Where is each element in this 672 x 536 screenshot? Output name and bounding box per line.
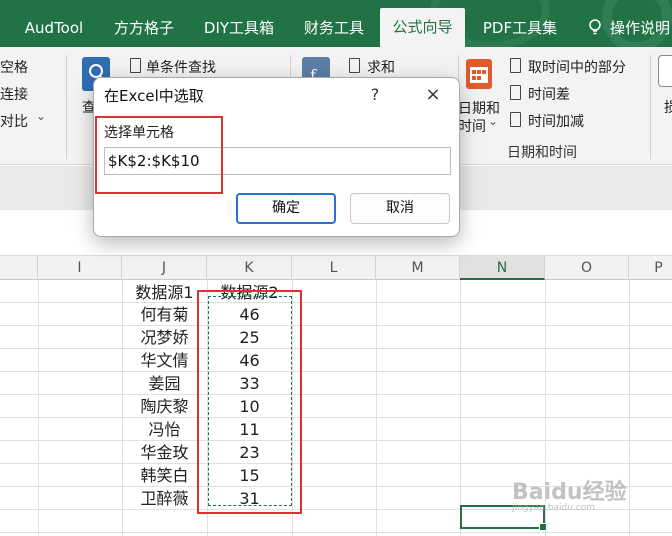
grid-line: [0, 463, 672, 464]
column-header-j[interactable]: J: [122, 256, 207, 280]
group-separator: [66, 55, 67, 159]
tab-finance-tools[interactable]: 财务工具: [294, 10, 374, 47]
grid-line: [0, 371, 672, 372]
watermark-subtext: jingyan.baidu.com: [512, 503, 596, 513]
grid-line: [0, 325, 672, 326]
ribbon-group-label: 日期和时间: [507, 145, 577, 161]
tab-tell-me[interactable]: 操作说明: [588, 10, 672, 47]
grid-line: [0, 532, 672, 533]
cell-name[interactable]: 冯怡: [122, 418, 207, 441]
tab-formula-wizard[interactable]: 公式向导: [380, 8, 465, 47]
ribbon-single-lookup[interactable]: 单条件查找: [146, 57, 216, 77]
cell-name[interactable]: 陶庆黎: [122, 395, 207, 418]
cell-name[interactable]: 姜园: [122, 372, 207, 395]
highlight-box-input: [95, 116, 223, 194]
tab-diy-toolbox[interactable]: DIY工具箱: [194, 10, 284, 47]
cell-name[interactable]: 卫醉薇: [122, 487, 207, 510]
watermark-text: Baidu经验: [512, 480, 627, 505]
grid-line: [629, 280, 630, 536]
ribbon-tab-bar: AudTool 方方格子 DIY工具箱 财务工具 公式向导 PDF工具集 操作说…: [0, 0, 672, 47]
column-header-m[interactable]: M: [376, 256, 460, 280]
ribbon-sum[interactable]: 求和: [367, 57, 395, 77]
tab-audtool[interactable]: AudTool: [14, 10, 94, 47]
dialog-title: 在Excel中选取: [104, 87, 204, 105]
document-icon: [510, 112, 521, 127]
column-header-prev[interactable]: [0, 256, 38, 280]
ribbon-time-add[interactable]: 时间加减: [528, 111, 584, 131]
cell-name[interactable]: 况梦娇: [122, 326, 207, 349]
ribbon-time-diff[interactable]: 时间差: [528, 84, 570, 104]
ribbon-right-label[interactable]: 损: [664, 97, 672, 117]
ribbon-datetime-label-2[interactable]: 时间: [458, 116, 486, 136]
group-separator: [650, 55, 651, 159]
column-header-n[interactable]: N: [460, 256, 545, 280]
cell-j1-header[interactable]: 数据源1: [122, 281, 207, 304]
column-header-k[interactable]: K: [207, 256, 292, 280]
lightbulb-icon: [589, 19, 601, 35]
chevron-down-icon[interactable]: ⌄: [36, 109, 46, 123]
grid-line: [376, 280, 377, 536]
cell-name[interactable]: 华金玫: [122, 441, 207, 464]
calendar-grid-icon: [470, 67, 488, 83]
column-header-i[interactable]: I: [38, 256, 122, 280]
tab-fangfang[interactable]: 方方格子: [104, 10, 184, 47]
ribbon-item-blank[interactable]: 空格: [0, 57, 28, 77]
ok-button[interactable]: 确定: [236, 193, 336, 224]
highlight-box-range: [197, 290, 302, 514]
cancel-button[interactable]: 取消: [350, 193, 450, 224]
ribbon-item-join[interactable]: 连接: [0, 84, 28, 104]
document-icon: [130, 58, 141, 73]
grid-line: [0, 302, 672, 303]
calendar-icon[interactable]: [466, 59, 492, 89]
cell-name[interactable]: 韩笑白: [122, 464, 207, 487]
column-headers: I J K L M N O P: [0, 256, 672, 280]
column-header-l[interactable]: L: [292, 256, 376, 280]
grid-line: [0, 394, 672, 395]
close-icon[interactable]: ×: [420, 82, 446, 108]
grid-line: [460, 280, 461, 536]
cell-name[interactable]: 华文倩: [122, 349, 207, 372]
document-icon: [510, 85, 521, 100]
tab-pdf-tools[interactable]: PDF工具集: [472, 10, 568, 47]
document-icon: [510, 58, 521, 73]
grid-line: [0, 440, 672, 441]
column-header-p[interactable]: P: [629, 256, 672, 280]
chevron-down-icon[interactable]: ⌄: [488, 114, 498, 128]
help-icon[interactable]: ?: [362, 82, 388, 108]
grid-line: [38, 280, 39, 536]
partial-tool-icon[interactable]: [658, 55, 672, 87]
ribbon-time-part[interactable]: 取时间中的部分: [528, 57, 626, 77]
grid-line: [0, 417, 672, 418]
ribbon-item-compare[interactable]: 对比: [0, 111, 28, 131]
column-header-o[interactable]: O: [545, 256, 629, 280]
tell-me-label: 操作说明: [610, 19, 671, 37]
cell-name[interactable]: 何有菊: [122, 303, 207, 326]
grid-line: [0, 348, 672, 349]
document-icon: [349, 58, 360, 73]
